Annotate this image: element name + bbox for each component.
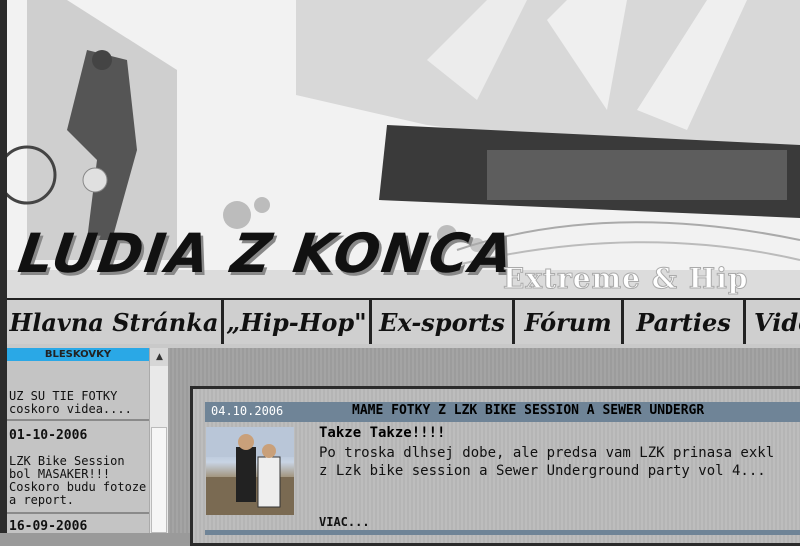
nav-item-ex-sports[interactable]: Ex-sports [372, 300, 515, 344]
sidebar-divider [7, 512, 149, 514]
sidebar-entry-date: 16-09-2006 [9, 519, 88, 534]
article-title[interactable]: MAME FOTKY Z LZK BIKE SESSION A SEWER UN… [352, 403, 704, 418]
nav-item-parties[interactable]: Parties [624, 300, 746, 344]
sidebar-entry-text: LZK Bike Session bol MASAKER!!! Coskoro … [9, 454, 147, 507]
article-header: 04.10.2006 MAME FOTKY Z LZK BIKE SESSION… [205, 402, 800, 422]
header-banner: LUDIA Z KONCA Extreme & Hip [7, 0, 800, 298]
article-date: 04.10.2006 [211, 404, 284, 418]
nav-item-hip-hop[interactable]: „Hip-Hop" [224, 300, 372, 344]
article-line: Po troska dlhsej dobe, ale predsa vam LZ… [319, 445, 775, 461]
left-border [0, 0, 7, 533]
banner-tagline: Extreme & Hip [502, 262, 749, 296]
nav-item-home[interactable]: Hlavna Stránka [7, 300, 224, 344]
sidebar-entry-text: UZ SU TIE FOTKY coskoro videa.... [9, 389, 132, 416]
site-logo[interactable]: LUDIA Z KONCA [15, 222, 520, 285]
read-more-link[interactable]: VIAC... [319, 515, 370, 529]
news-flash-sidebar: BLESKOVKY UZ SU TIE FOTKY coskoro videa.… [7, 348, 149, 534]
sidebar-entry-date: 01-10-2006 [9, 428, 88, 443]
article-heading: Takze Takze!!!! [319, 425, 446, 441]
news-article: 04.10.2006 MAME FOTKY Z LZK BIKE SESSION… [190, 386, 800, 546]
article-body: Po troska dlhsej dobe, ale predsa vam LZ… [319, 444, 774, 480]
scrollbar-thumb[interactable] [151, 427, 167, 533]
scroll-up-arrow-icon[interactable]: ▲ [150, 348, 169, 366]
sidebar-divider [7, 419, 149, 421]
sidebar-scrollbar[interactable]: ▲ [149, 348, 169, 533]
article-line: z Lzk bike session a Sewer Underground p… [319, 463, 766, 479]
sidebar-header: BLESKOVKY [7, 348, 149, 361]
main-content: 04.10.2006 MAME FOTKY Z LZK BIKE SESSION… [168, 348, 800, 546]
article-photo[interactable] [206, 427, 294, 515]
nav-item-videos[interactable]: Vide [746, 300, 800, 344]
nav-item-forum[interactable]: Fórum [515, 300, 624, 344]
main-navigation: Hlavna Stránka „Hip-Hop" Ex-sports Fórum… [7, 298, 800, 350]
